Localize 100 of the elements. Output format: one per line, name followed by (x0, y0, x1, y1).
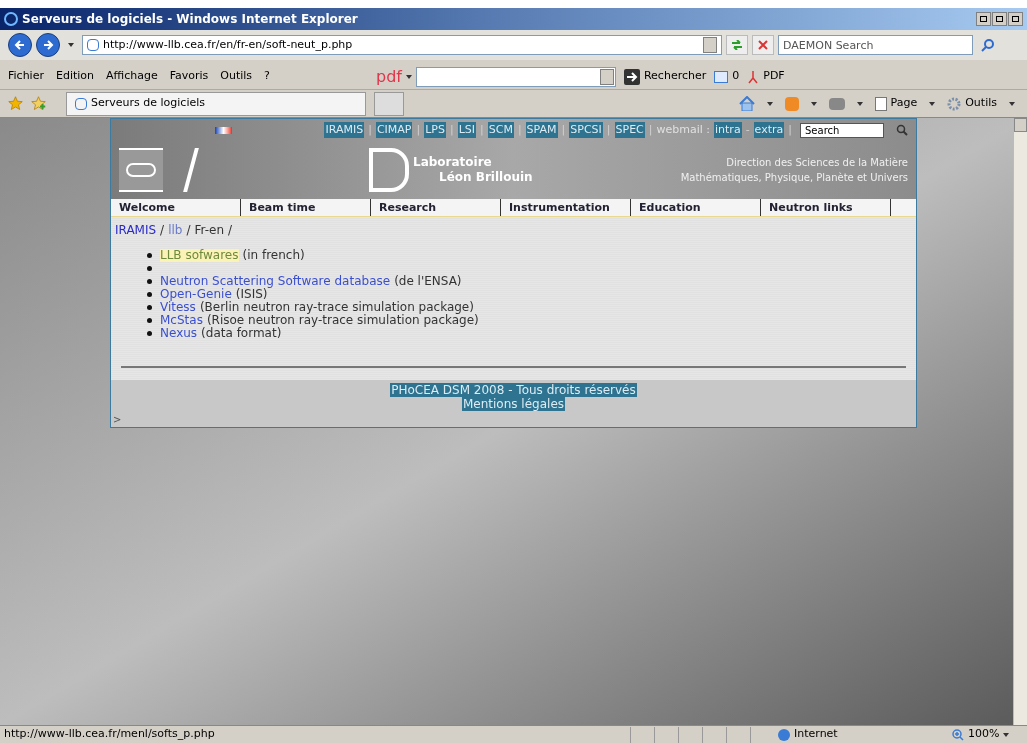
stop-button[interactable] (752, 35, 774, 55)
nav-tab[interactable]: Welcome (111, 199, 241, 216)
software-link[interactable]: Open-Genie (160, 288, 232, 301)
bullet-icon (147, 318, 152, 323)
home-icon[interactable] (738, 96, 755, 111)
software-note: (Risoe neutron ray-trace simulation package) (206, 314, 479, 327)
search-icon[interactable] (896, 124, 908, 136)
site-link[interactable]: IRAMIS (324, 121, 365, 139)
caret-icon[interactable] (810, 101, 817, 106)
caret-icon[interactable] (68, 43, 74, 47)
software-link[interactable]: McStas (160, 314, 203, 327)
cea-logo (119, 148, 163, 192)
copyright-text: PHoCEA DSM 2008 - Tous droits réservés (390, 383, 637, 397)
software-note: (data format) (201, 327, 282, 340)
page-icon (75, 97, 87, 110)
forward-button[interactable] (36, 33, 60, 57)
pdf-search-field[interactable] (415, 66, 616, 87)
refresh-button[interactable] (726, 35, 748, 55)
caret-icon[interactable] (766, 101, 773, 106)
window-title: Serveurs de logiciels - Windows Internet Explorer (22, 11, 359, 28)
right-arrow-icon (623, 68, 640, 85)
site-search-field[interactable]: Search (800, 122, 884, 138)
webmail-label: webmail : (656, 121, 710, 138)
bullet-icon (147, 279, 152, 284)
legal-link[interactable]: Mentions légales (461, 397, 566, 411)
software-link[interactable]: Nexus (160, 327, 198, 340)
caret-icon[interactable] (1009, 101, 1015, 106)
site-link[interactable]: CIMAP (375, 121, 413, 139)
link-separator: | (449, 121, 454, 138)
nav-tab[interactable]: Beam time (241, 199, 371, 216)
minimize-button[interactable] (976, 12, 991, 26)
maximize-button[interactable] (992, 12, 1007, 26)
breadcrumb-link[interactable]: IRAMIS (115, 221, 157, 239)
caret-icon[interactable] (405, 74, 412, 79)
globe-icon (778, 728, 790, 741)
pdf-button[interactable]: PDF (747, 68, 785, 85)
breadcrumb-separator: / (160, 222, 165, 239)
link-separator: | (788, 121, 792, 138)
webmail-link[interactable]: intra (714, 121, 742, 139)
webmail-link[interactable]: extra (753, 121, 785, 139)
address-field[interactable]: http://www-llb.cea.fr/en/fr-en/soft-neut_p.php (82, 35, 722, 55)
rechercher-button[interactable]: Rechercher (623, 68, 707, 85)
close-button[interactable] (1008, 12, 1023, 26)
dropdown-button[interactable] (599, 68, 614, 85)
breadcrumb-separator: / (228, 222, 233, 239)
menu-item[interactable]: Fichier (8, 68, 44, 85)
direction-text: Mathématiques, Physique, Planète et Univers (680, 171, 908, 185)
tools-menu-button[interactable]: Outils (947, 95, 997, 112)
direction-text: Direction des Sciences de la Matière (726, 156, 908, 170)
nav-tab[interactable]: Education (631, 199, 761, 216)
popup-blocker-icon[interactable] (714, 70, 729, 83)
menu-item[interactable]: Affichage (106, 68, 158, 85)
site-link[interactable]: SPCSI (569, 121, 603, 139)
breadcrumb-separator: / (186, 222, 191, 239)
status-url: http://www-llb.cea.fr/menl/softs_p.php (3, 726, 216, 743)
caret-icon[interactable] (1003, 732, 1010, 737)
zoom-button[interactable]: 100% (952, 726, 1000, 743)
new-tab-button[interactable] (374, 91, 404, 116)
menu-item[interactable]: Favoris (169, 68, 209, 85)
bullet-icon (147, 253, 152, 258)
star-icon[interactable] (8, 96, 23, 111)
nav-tab[interactable]: Neutron links (761, 199, 891, 216)
close-icon (758, 40, 768, 50)
right-arrow-icon (42, 39, 54, 51)
gear-icon (947, 96, 962, 111)
page-menu-button[interactable]: Page (874, 95, 918, 112)
caret-icon[interactable] (929, 101, 936, 106)
software-link[interactable]: Vitess (160, 301, 196, 314)
search-field[interactable]: DAEMON Search (778, 35, 973, 55)
link-separator: | (517, 121, 522, 138)
site-link[interactable]: SCM (487, 121, 514, 139)
site-link[interactable]: SPEC (614, 121, 645, 139)
nav-tab[interactable]: Instrumentation (501, 199, 631, 216)
site-link[interactable]: LPS (424, 121, 446, 139)
software-link[interactable]: Neutron Scattering Software database (160, 275, 391, 288)
scrollbar[interactable] (1013, 118, 1027, 725)
menu-item[interactable]: Edition (55, 68, 94, 85)
software-link[interactable]: LLB sofwares (160, 249, 239, 262)
bullet-icon (147, 292, 152, 297)
software-note: (de l'ENSA) (394, 275, 462, 288)
dropdown-button[interactable] (703, 37, 717, 53)
site-link[interactable]: LSI (457, 121, 476, 139)
page-icon (87, 39, 99, 51)
browser-tab[interactable]: Serveurs de logiciels (66, 91, 366, 116)
menu-item[interactable]: Outils (220, 68, 253, 85)
marker-text: > (113, 414, 122, 425)
popup-count: 0 (732, 68, 740, 85)
link-separator: | (606, 121, 611, 138)
left-arrow-icon (14, 39, 26, 51)
menu-item[interactable]: ? (264, 68, 270, 85)
search-icon[interactable] (981, 38, 995, 52)
caret-icon[interactable] (856, 101, 863, 106)
bullet-icon (147, 305, 152, 310)
french-flag-icon[interactable] (215, 126, 232, 134)
star-plus-icon[interactable] (31, 96, 46, 111)
back-button[interactable] (8, 33, 32, 57)
nav-tab[interactable]: Research (371, 199, 501, 216)
site-link[interactable]: SPAM (525, 121, 558, 139)
link-separator: | (416, 121, 421, 138)
link-separator: - (745, 121, 750, 138)
